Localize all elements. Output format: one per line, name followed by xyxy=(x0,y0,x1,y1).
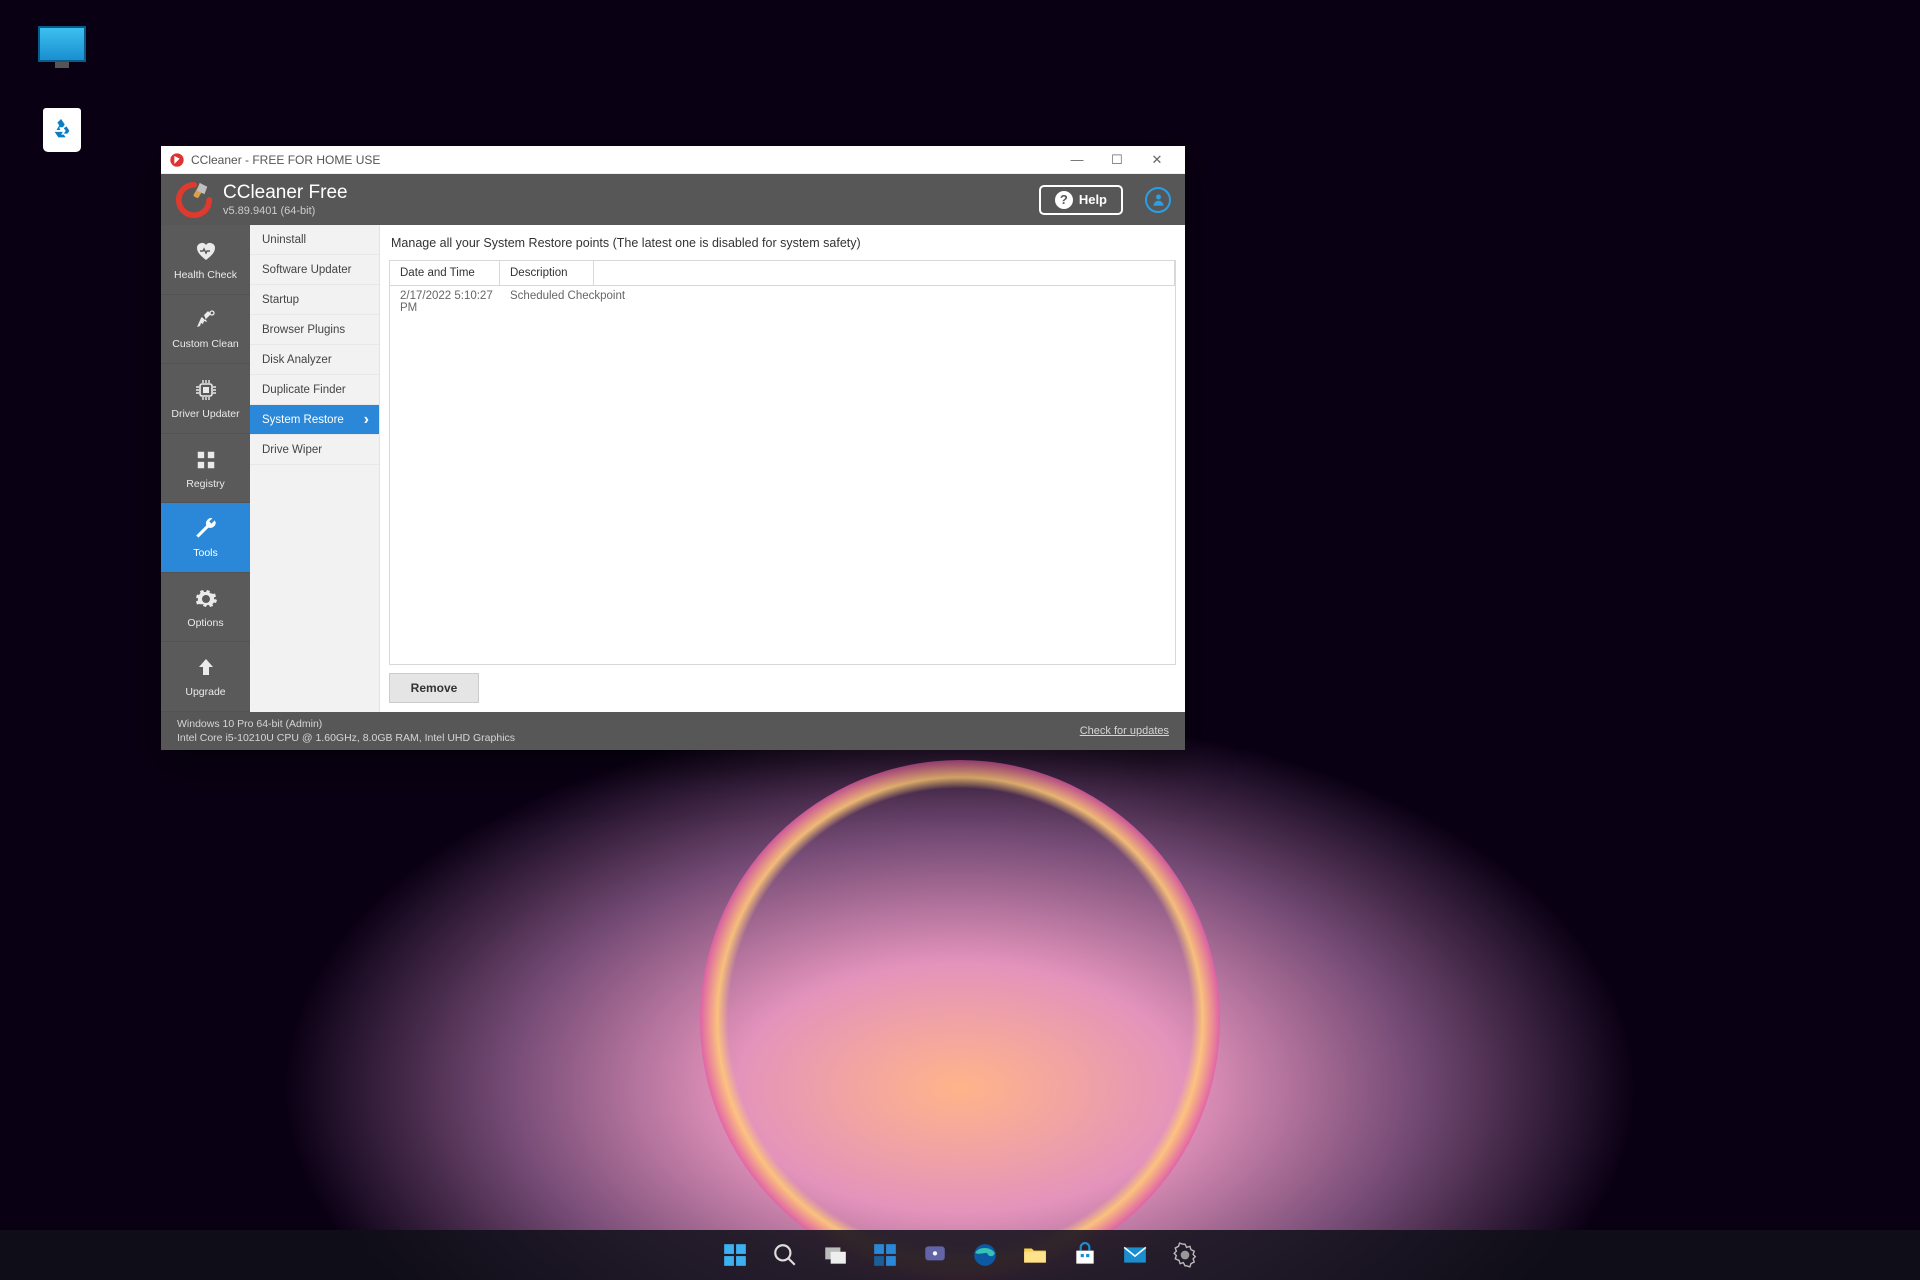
sidebar-label: Tools xyxy=(193,547,218,559)
col-spacer xyxy=(594,261,1175,285)
app-title-block: CCleaner Free v5.89.9401 (64-bit) xyxy=(223,182,348,217)
wallpaper-ring xyxy=(700,760,1220,1280)
sidebar-item-health-check[interactable]: Health Check xyxy=(161,225,250,295)
close-button[interactable]: ✕ xyxy=(1137,146,1177,174)
table-row[interactable]: 2/17/2022 5:10:27 PM Scheduled Checkpoin… xyxy=(390,286,1175,318)
help-button[interactable]: ? Help xyxy=(1039,185,1123,215)
taskview-icon xyxy=(822,1242,848,1268)
recycle-bin-icon xyxy=(43,108,81,152)
minimize-button[interactable]: — xyxy=(1057,146,1097,174)
status-bar: Windows 10 Pro 64-bit (Admin) Intel Core… xyxy=(161,712,1185,750)
chat-icon xyxy=(922,1242,948,1268)
cell-datetime: 2/17/2022 5:10:27 PM xyxy=(400,290,510,314)
sidebar-label: Upgrade xyxy=(185,686,225,698)
system-info: Windows 10 Pro 64-bit (Admin) Intel Core… xyxy=(177,717,515,745)
sidebar-label: Custom Clean xyxy=(172,338,239,350)
titlebar[interactable]: CCleaner - FREE FOR HOME USE — ☐ ✕ xyxy=(161,146,1185,174)
sidebar-item-options[interactable]: Options xyxy=(161,573,250,643)
edge-icon xyxy=(972,1242,998,1268)
taskbar-search[interactable] xyxy=(764,1234,806,1276)
taskbar-mail[interactable] xyxy=(1114,1234,1156,1276)
start-icon xyxy=(722,1242,748,1268)
folder-icon xyxy=(1022,1242,1048,1268)
remove-button[interactable]: Remove xyxy=(389,673,479,703)
sidebar-item-registry[interactable]: Registry xyxy=(161,434,250,504)
subnav-item-disk-analyzer[interactable]: Disk Analyzer xyxy=(250,345,379,375)
desktop-icon-recycle-bin[interactable] xyxy=(30,108,94,152)
wrench-icon xyxy=(193,516,219,542)
sidebar-item-tools[interactable]: Tools xyxy=(161,503,250,573)
taskbar-taskview[interactable] xyxy=(814,1234,856,1276)
app-version: v5.89.9401 (64-bit) xyxy=(223,205,348,217)
app-icon xyxy=(169,152,185,168)
col-date-time[interactable]: Date and Time xyxy=(390,261,500,285)
taskbar-explorer[interactable] xyxy=(1014,1234,1056,1276)
system-os: Windows 10 Pro 64-bit (Admin) xyxy=(177,717,515,731)
sidebar-label: Options xyxy=(187,617,223,629)
taskbar-edge[interactable] xyxy=(964,1234,1006,1276)
ccleaner-window: CCleaner - FREE FOR HOME USE — ☐ ✕ CClea… xyxy=(161,146,1185,750)
restore-points-table[interactable]: Date and Time Description 2/17/2022 5:10… xyxy=(389,260,1176,665)
sidebar-item-driver-updater[interactable]: Driver Updater xyxy=(161,364,250,434)
main-panel: Manage all your System Restore points (T… xyxy=(380,225,1185,712)
gear-icon xyxy=(1172,1242,1198,1268)
sidebar-label: Health Check xyxy=(174,269,237,281)
window-controls: — ☐ ✕ xyxy=(1057,146,1177,174)
col-description[interactable]: Description xyxy=(500,261,594,285)
sidebar-label: Registry xyxy=(186,478,225,490)
maximize-button[interactable]: ☐ xyxy=(1097,146,1137,174)
app-name: CCleaner Free xyxy=(223,182,348,204)
subnav-item-browser-plugins[interactable]: Browser Plugins xyxy=(250,315,379,345)
subnav-item-startup[interactable]: Startup xyxy=(250,285,379,315)
app-header: CCleaner Free v5.89.9401 (64-bit) ? Help xyxy=(161,174,1185,225)
subnav-item-system-restore[interactable]: System Restore xyxy=(250,405,379,435)
broom-icon xyxy=(193,307,219,333)
action-row: Remove xyxy=(389,665,1176,703)
subnav-item-duplicate-finder[interactable]: Duplicate Finder xyxy=(250,375,379,405)
widgets-icon xyxy=(872,1242,898,1268)
tools-subnav: Uninstall Software Updater Startup Brows… xyxy=(250,225,380,712)
sidebar-item-upgrade[interactable]: Upgrade xyxy=(161,642,250,712)
taskbar-store[interactable] xyxy=(1064,1234,1106,1276)
panel-description: Manage all your System Restore points (T… xyxy=(389,234,1176,260)
gear-icon xyxy=(193,586,219,612)
titlebar-text: CCleaner - FREE FOR HOME USE xyxy=(191,153,380,167)
desktop-icon-this-pc[interactable] xyxy=(30,26,94,66)
taskbar-start[interactable] xyxy=(714,1234,756,1276)
subnav-item-software-updater[interactable]: Software Updater xyxy=(250,255,379,285)
taskbar-settings[interactable] xyxy=(1164,1234,1206,1276)
help-icon: ? xyxy=(1055,191,1073,209)
ccleaner-logo-icon xyxy=(175,181,213,219)
monitor-icon xyxy=(38,26,86,62)
search-icon xyxy=(772,1242,798,1268)
chip-icon xyxy=(193,377,219,403)
sidebar-label: Driver Updater xyxy=(171,408,239,420)
taskbar[interactable] xyxy=(0,1230,1920,1280)
arrow-up-icon xyxy=(193,655,219,681)
table-header: Date and Time Description xyxy=(390,261,1175,286)
user-icon xyxy=(1151,192,1166,207)
subnav-item-uninstall[interactable]: Uninstall xyxy=(250,225,379,255)
check-updates-link[interactable]: Check for updates xyxy=(1080,725,1169,737)
grid-icon xyxy=(193,447,219,473)
system-hw: Intel Core i5-10210U CPU @ 1.60GHz, 8.0G… xyxy=(177,731,515,745)
subnav-item-drive-wiper[interactable]: Drive Wiper xyxy=(250,435,379,465)
taskbar-chat[interactable] xyxy=(914,1234,956,1276)
taskbar-widgets[interactable] xyxy=(864,1234,906,1276)
heart-icon xyxy=(193,238,219,264)
account-button[interactable] xyxy=(1145,187,1171,213)
sidebar: Health Check Custom Clean Driver Updater… xyxy=(161,225,250,712)
sidebar-item-custom-clean[interactable]: Custom Clean xyxy=(161,295,250,365)
help-label: Help xyxy=(1079,192,1107,207)
store-icon xyxy=(1072,1242,1098,1268)
cell-description: Scheduled Checkpoint xyxy=(510,290,1165,314)
mail-icon xyxy=(1122,1242,1148,1268)
